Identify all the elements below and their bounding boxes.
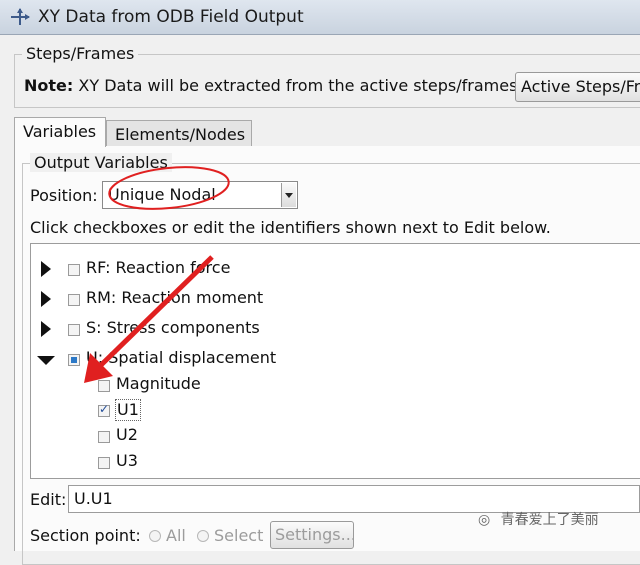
tree-child-label: Magnitude — [116, 374, 201, 393]
instructions-text: Click checkboxes or edit the identifiers… — [30, 218, 551, 237]
radio-select[interactable] — [197, 530, 209, 542]
tree-item-checkbox[interactable] — [68, 264, 80, 276]
tree-item-rm[interactable]: RM: Reaction moment — [31, 288, 631, 312]
tab-variables[interactable]: Variables — [14, 117, 106, 147]
tree-item-rf[interactable]: RF: Reaction force — [31, 258, 631, 282]
tree-item-label: S: Stress components — [86, 318, 260, 337]
position-select-value: Unique Nodal — [108, 185, 216, 204]
clipped-row-fragment — [91, 244, 281, 248]
settings-button-label: Settings... — [275, 525, 354, 544]
watermark: ◎ 青春爱上了美丽 — [478, 509, 599, 529]
tree-child-label: U2 — [116, 425, 138, 444]
tab-elements-nodes-label: Elements/Nodes — [115, 125, 246, 144]
tree-item-checkbox-partial[interactable] — [68, 354, 80, 366]
tree-item-checkbox[interactable] — [68, 324, 80, 336]
position-label: Position: — [30, 186, 98, 205]
tree-item-label: U: Spatial displacement — [86, 348, 277, 367]
active-steps-frames-button-label: Active Steps/Fra — [521, 77, 640, 96]
tab-variables-label: Variables — [23, 122, 97, 141]
tree-item-label: RF: Reaction force — [86, 258, 231, 277]
active-steps-frames-button[interactable]: Active Steps/Fra — [515, 72, 640, 102]
expand-arrow-icon[interactable] — [41, 291, 51, 307]
wechat-icon: ◎ — [478, 512, 491, 528]
radio-select-label: Select — [214, 526, 264, 545]
tree-child-u1[interactable]: U1 — [31, 399, 631, 423]
tree-item-u[interactable]: U: Spatial displacement — [31, 348, 631, 372]
chevron-down-icon — [285, 193, 293, 198]
watermark-text: 青春爱上了美丽 — [500, 512, 599, 528]
section-point-label: Section point: — [30, 526, 141, 545]
tree-child-label: U1 — [115, 399, 141, 421]
tree-child-magnitude[interactable]: Magnitude — [31, 374, 631, 398]
note-label: Note: — [24, 76, 74, 95]
tree-child-checkbox[interactable] — [98, 431, 110, 443]
collapse-arrow-icon[interactable] — [37, 356, 55, 365]
steps-frames-group-label: Steps/Frames — [22, 44, 139, 63]
steps-note: Note: XY Data will be extracted from the… — [24, 76, 517, 95]
position-select-dropdown-button[interactable] — [281, 183, 296, 207]
tree-child-checkbox[interactable] — [98, 457, 110, 469]
tree-item-checkbox[interactable] — [68, 294, 80, 306]
tree-child-checkbox[interactable] — [98, 380, 110, 392]
settings-button[interactable]: Settings... — [270, 521, 354, 549]
expand-arrow-icon[interactable] — [41, 321, 51, 337]
tree-child-u3[interactable]: U3 — [31, 451, 631, 475]
edit-input-value: U.U1 — [74, 489, 113, 508]
position-select[interactable]: Unique Nodal — [102, 181, 298, 209]
tree-item-s[interactable]: S: Stress components — [31, 318, 631, 342]
tree-child-u2[interactable]: U2 — [31, 425, 631, 449]
window-titlebar[interactable]: XY Data from ODB Field Output — [0, 0, 640, 35]
edit-label: Edit: — [30, 490, 67, 509]
tab-elements-nodes[interactable]: Elements/Nodes — [106, 120, 252, 146]
tree-item-label: RM: Reaction moment — [86, 288, 264, 307]
window-title: XY Data from ODB Field Output — [38, 7, 304, 27]
radio-all-label: All — [166, 526, 186, 545]
tree-child-checkbox-checked[interactable] — [98, 402, 110, 417]
radio-all[interactable] — [149, 530, 161, 542]
expand-arrow-icon[interactable] — [41, 261, 51, 277]
window-app-icon — [10, 8, 30, 30]
note-text: XY Data will be extracted from the activ… — [78, 76, 518, 95]
output-variables-group-label: Output Variables — [30, 153, 172, 172]
tree-child-label: U3 — [116, 451, 138, 470]
output-variables-tree[interactable]: RF: Reaction force RM: Reaction moment S… — [30, 243, 640, 479]
